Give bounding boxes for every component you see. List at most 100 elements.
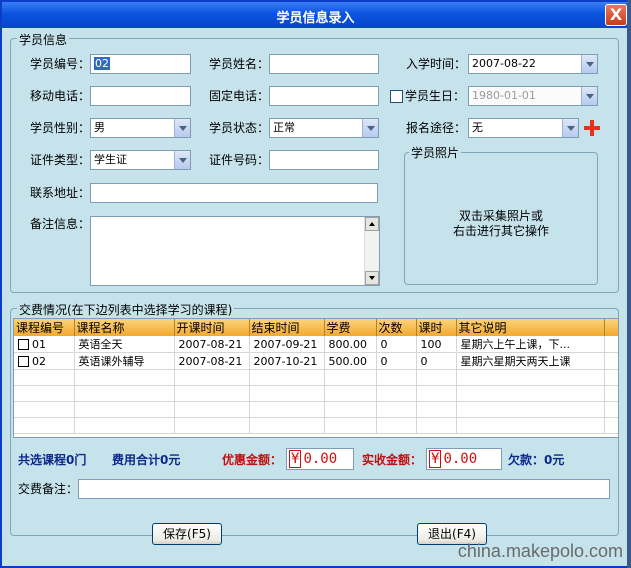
owed-amount: 欠款：0元 <box>508 453 565 467</box>
student-id-value: 02 <box>94 57 110 70</box>
col-start-date[interactable]: 开课时间 <box>174 319 250 336</box>
grid-header: 课程编号 课程名称 开课时间 结束时间 学费 次数 课时 其它说明 <box>14 319 618 336</box>
discount-amount-input[interactable]: ¥0.00 <box>286 448 354 470</box>
title-bar[interactable]: 学员信息录入 X <box>2 2 629 28</box>
photo-hint-line2: 右击进行其它操作 <box>452 224 549 238</box>
id-number-label: 证件号码： <box>209 153 270 167</box>
student-info-legend: 学员信息 <box>17 31 70 48</box>
fee-note-input[interactable] <box>78 479 610 499</box>
scroll-down-icon[interactable] <box>365 271 379 285</box>
table-row <box>14 417 618 434</box>
col-tuition[interactable]: 学费 <box>324 319 377 336</box>
yen-icon: ¥ <box>429 450 442 468</box>
remark-label: 备注信息： <box>30 217 91 231</box>
birthday-checkbox[interactable] <box>390 90 403 103</box>
add-source-icon[interactable] <box>584 120 600 136</box>
scroll-up-icon[interactable] <box>365 217 379 231</box>
cell-tuition: 800.00 <box>324 336 377 353</box>
student-id-label: 学员编号： <box>30 57 91 71</box>
table-row <box>14 385 618 402</box>
course-grid[interactable]: 课程编号 课程名称 开课时间 结束时间 学费 次数 课时 其它说明 01 英语全… <box>13 318 619 438</box>
table-row[interactable]: 01 英语全天 2007-08-21 2007-09-21 800.00 0 1… <box>14 336 618 353</box>
enroll-date-picker[interactable]: 2007-08-22 <box>468 54 598 74</box>
id-type-label: 证件类型： <box>30 153 91 167</box>
watermark: china.makepolo.com <box>457 541 623 561</box>
row-checkbox[interactable] <box>18 339 29 350</box>
col-count[interactable]: 次数 <box>376 319 417 336</box>
col-notes[interactable]: 其它说明 <box>456 319 605 336</box>
col-course-id[interactable]: 课程编号 <box>14 319 75 336</box>
discount-label: 优惠金额： <box>222 453 283 467</box>
status-value: 正常 <box>273 121 295 134</box>
received-amount-input[interactable]: ¥0.00 <box>426 448 502 470</box>
cell-course-name: 英语课外辅导 <box>74 352 175 370</box>
phone-input[interactable] <box>269 86 379 106</box>
yen-icon: ¥ <box>289 450 302 468</box>
gender-select[interactable]: 男 <box>90 118 191 138</box>
enroll-date-value: 2007-08-22 <box>472 57 536 70</box>
row-checkbox[interactable] <box>18 356 29 367</box>
id-number-input[interactable] <box>269 150 379 170</box>
mobile-input[interactable] <box>90 86 191 106</box>
fee-note-label: 交费备注： <box>18 482 79 496</box>
source-label: 报名途径： <box>406 121 467 135</box>
background-strip <box>627 0 631 568</box>
cell-tuition: 500.00 <box>324 352 377 370</box>
cell-end-date: 2007-09-21 <box>249 336 325 353</box>
cell-hours: 0 <box>416 352 457 370</box>
source-select[interactable]: 无 <box>468 118 579 138</box>
cell-count: 0 <box>376 352 417 370</box>
total-fee: 费用合计0元 <box>112 453 181 467</box>
total-courses: 共选课程0门 <box>18 453 87 467</box>
student-id-input[interactable]: 02 <box>90 54 191 74</box>
student-name-label: 学员姓名： <box>209 57 270 71</box>
birthday-value: 1980-01-01 <box>472 89 536 102</box>
window-title: 学员信息录入 <box>276 11 355 26</box>
fee-legend: 交费情况(在下边列表中选择学习的课程) <box>17 301 235 318</box>
cell-start-date: 2007-08-21 <box>174 352 250 370</box>
cell-course-name: 英语全天 <box>74 336 175 353</box>
cell-course-id: 01 <box>32 337 46 351</box>
status-select[interactable]: 正常 <box>269 118 379 138</box>
cell-notes: 星期六上午上课，下... <box>456 336 605 353</box>
discount-amount-value: 0.00 <box>303 451 338 467</box>
chevron-down-icon[interactable] <box>581 55 597 73</box>
col-course-name[interactable]: 课程名称 <box>74 319 175 336</box>
table-row[interactable]: 02 英语课外辅导 2007-08-21 2007-10-21 500.00 0… <box>14 352 618 370</box>
chevron-down-icon[interactable] <box>362 119 378 137</box>
photo-hint-line1: 双击采集照片或 <box>458 209 543 223</box>
mobile-label: 移动电话： <box>30 89 91 103</box>
gender-label: 学员性别： <box>30 121 91 135</box>
chevron-down-icon[interactable] <box>174 119 190 137</box>
chevron-down-icon[interactable] <box>174 151 190 169</box>
table-row <box>14 401 618 418</box>
phone-label: 固定电话： <box>209 89 270 103</box>
received-amount-value: 0.00 <box>443 451 478 467</box>
photo-legend: 学员照片 <box>409 143 462 163</box>
received-label: 实收金额： <box>362 453 423 467</box>
save-button[interactable]: 保存(F5) <box>152 523 222 545</box>
cell-count: 0 <box>376 336 417 353</box>
student-name-input[interactable] <box>269 54 379 74</box>
id-type-select[interactable]: 学生证 <box>90 150 191 170</box>
table-row <box>14 369 618 386</box>
id-type-value: 学生证 <box>94 153 127 166</box>
student-entry-window: 学员信息录入 X 学员信息 学员编号： 02 学员姓名： 入学时间： 2007-… <box>0 0 631 568</box>
address-input[interactable] <box>90 183 378 203</box>
cell-hours: 100 <box>416 336 457 353</box>
col-hours[interactable]: 课时 <box>416 319 457 336</box>
remark-scrollbar[interactable] <box>364 217 379 285</box>
chevron-down-icon[interactable] <box>581 87 597 105</box>
birthday-picker[interactable]: 1980-01-01 <box>468 86 598 106</box>
col-end-date[interactable]: 结束时间 <box>249 319 325 336</box>
status-label: 学员状态： <box>209 121 270 135</box>
cell-end-date: 2007-10-21 <box>249 352 325 370</box>
gender-value: 男 <box>94 121 105 134</box>
chevron-down-icon[interactable] <box>562 119 578 137</box>
remark-textarea[interactable] <box>90 216 380 286</box>
source-value: 无 <box>472 121 483 134</box>
address-label: 联系地址： <box>30 186 91 200</box>
student-photo-box[interactable]: 学员照片 双击采集照片或 右击进行其它操作 <box>404 143 598 285</box>
birthday-label: 学员生日： <box>405 89 466 103</box>
close-button[interactable]: X <box>605 4 627 26</box>
